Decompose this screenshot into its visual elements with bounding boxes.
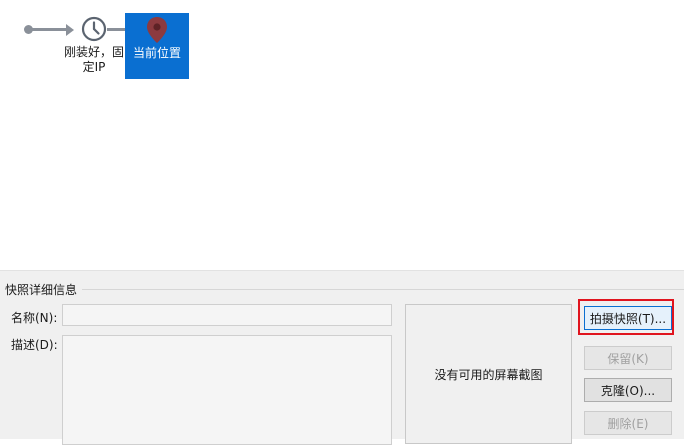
delete-button[interactable]: 删除(E) — [584, 411, 672, 435]
no-screenshot-text: 没有可用的屏幕截图 — [434, 367, 543, 382]
map-pin-icon — [147, 17, 167, 43]
snapshot-tree: 刚装好，固定IP 当前位置 — [0, 0, 684, 270]
description-field[interactable] — [62, 335, 392, 445]
screenshot-preview: 没有可用的屏幕截图 — [405, 304, 572, 444]
name-label: 名称(N): — [11, 311, 58, 325]
snapshot-details-panel: 快照详细信息 名称(N): 描述(D): 没有可用的屏幕截图 拍摄快照(T)..… — [0, 270, 684, 445]
arrow-head-icon — [66, 23, 74, 36]
keep-button[interactable]: 保留(K) — [584, 346, 672, 370]
current-state-node[interactable]: 当前位置 — [125, 13, 189, 79]
group-divider — [82, 289, 684, 290]
name-field[interactable] — [62, 304, 392, 326]
clock-icon — [81, 16, 107, 42]
group-title: 快照详细信息 — [5, 281, 81, 298]
snapshot-node-label: 刚装好，固定IP — [63, 45, 124, 74]
tree-connector — [31, 28, 67, 31]
clone-button[interactable]: 克隆(O)... — [584, 378, 672, 402]
current-state-label: 当前位置 — [132, 46, 181, 60]
description-label: 描述(D): — [11, 338, 58, 352]
take-snapshot-button[interactable]: 拍摄快照(T)... — [584, 306, 672, 330]
